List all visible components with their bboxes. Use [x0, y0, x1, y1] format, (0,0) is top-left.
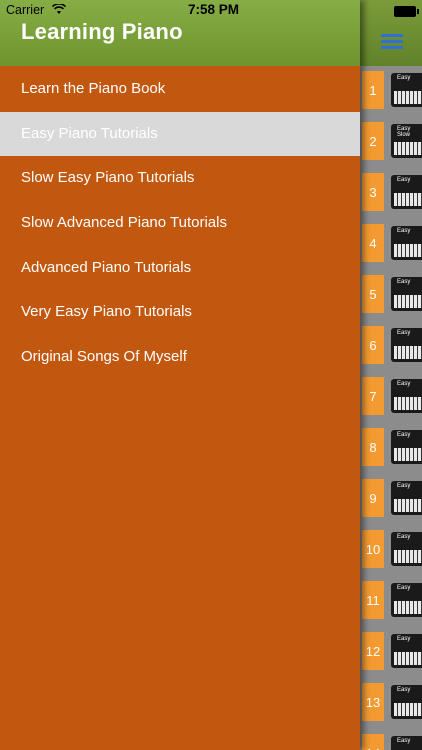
thumbnail-label: Easy: [397, 75, 411, 81]
piano-keys-graphic: [394, 652, 422, 665]
item-number-badge: 4: [362, 224, 384, 262]
video-thumbnail: Easy: [391, 328, 422, 362]
menu-item[interactable]: Learn the Piano Book: [0, 67, 360, 112]
video-thumbnail: Easy: [391, 175, 422, 209]
video-thumbnail: Easy: [391, 685, 422, 719]
tutorial-list-pane: 1 Easy 2 Easy Slow 3 Easy 4 Easy 5 Easy 6 Easy 7 Easy…: [360, 0, 422, 750]
app-title: Learning Piano: [21, 19, 183, 44]
piano-keys-graphic: [394, 346, 422, 359]
menu-item[interactable]: Slow Advanced Piano Tutorials: [0, 201, 360, 246]
wifi-icon: [52, 4, 66, 14]
piano-keys-graphic: [394, 601, 422, 614]
list-item[interactable]: 10 Easy: [360, 528, 422, 575]
piano-keys-graphic: [394, 142, 422, 155]
piano-keys-graphic: [394, 448, 422, 461]
video-thumbnail: Easy: [391, 73, 422, 107]
navigation-drawer: Carrier 7:58 PM Learning Piano Learn the…: [0, 0, 360, 750]
list-item[interactable]: 3 Easy: [360, 171, 422, 218]
video-thumbnail: Easy: [391, 736, 422, 750]
list-item[interactable]: 6 Easy: [360, 324, 422, 371]
video-thumbnail: Easy Slow: [391, 124, 422, 158]
clock-time: 7:58 PM: [188, 2, 240, 17]
piano-keys-graphic: [394, 91, 422, 104]
app-screen: 1 Easy 2 Easy Slow 3 Easy 4 Easy 5 Easy 6 Easy 7 Easy…: [0, 0, 422, 750]
video-thumbnail: Easy: [391, 277, 422, 311]
thumbnail-label: Easy: [397, 279, 411, 285]
thumbnail-label: Easy: [397, 228, 411, 234]
thumbnail-label: Easy: [397, 585, 411, 591]
thumbnail-label: Easy: [397, 432, 411, 438]
thumbnail-label: Easy Slow: [397, 126, 411, 138]
list-item[interactable]: 12 Easy: [360, 630, 422, 677]
thumbnail-label: Easy: [397, 738, 411, 744]
item-number-badge: 13: [362, 683, 384, 721]
list-item[interactable]: 5 Easy: [360, 273, 422, 320]
list-item[interactable]: 1 Easy: [360, 69, 422, 116]
video-thumbnail: Easy: [391, 583, 422, 617]
hamburger-menu-icon[interactable]: [381, 34, 403, 50]
drawer-menu: Learn the Piano Book Easy Piano Tutorials…: [0, 67, 360, 380]
menu-item[interactable]: Advanced Piano Tutorials: [0, 246, 360, 291]
list-item[interactable]: 7 Easy: [360, 375, 422, 422]
item-number-badge: 8: [362, 428, 384, 466]
menu-item[interactable]: Original Songs Of Myself: [0, 335, 360, 380]
thumbnail-label: Easy: [397, 534, 411, 540]
video-thumbnail: Easy: [391, 532, 422, 566]
piano-keys-graphic: [394, 499, 422, 512]
item-number-badge: 9: [362, 479, 384, 517]
status-bar: Carrier 7:58 PM: [0, 0, 360, 20]
list-item[interactable]: 11 Easy: [360, 579, 422, 626]
item-number-badge: 7: [362, 377, 384, 415]
thumbnail-label: Easy: [397, 687, 411, 693]
list-item[interactable]: 14 Easy: [360, 732, 422, 750]
video-thumbnail: Easy: [391, 481, 422, 515]
menu-item[interactable]: Very Easy Piano Tutorials: [0, 290, 360, 335]
list-item[interactable]: 8 Easy: [360, 426, 422, 473]
video-thumbnail: Easy: [391, 634, 422, 668]
video-thumbnail: Easy: [391, 226, 422, 260]
list-header: [360, 0, 422, 66]
piano-keys-graphic: [394, 397, 422, 410]
menu-item[interactable]: Slow Easy Piano Tutorials: [0, 156, 360, 201]
item-number-badge: 14: [362, 734, 384, 750]
carrier-label: Carrier: [6, 3, 45, 17]
thumbnail-label: Easy: [397, 381, 411, 387]
list-item[interactable]: 9 Easy: [360, 477, 422, 524]
video-thumbnail: Easy: [391, 430, 422, 464]
item-number-badge: 6: [362, 326, 384, 364]
piano-keys-graphic: [394, 703, 422, 716]
piano-keys-graphic: [394, 193, 422, 206]
item-number-badge: 2: [362, 122, 384, 160]
item-number-badge: 10: [362, 530, 384, 568]
list-item[interactable]: 2 Easy Slow: [360, 120, 422, 167]
piano-keys-graphic: [394, 550, 422, 563]
piano-keys-graphic: [394, 244, 422, 257]
piano-keys-graphic: [394, 295, 422, 308]
video-thumbnail: Easy: [391, 379, 422, 413]
thumbnail-label: Easy: [397, 177, 411, 183]
item-number-badge: 5: [362, 275, 384, 313]
list-item[interactable]: 4 Easy: [360, 222, 422, 269]
drawer-header: Carrier 7:58 PM Learning Piano: [0, 0, 360, 66]
thumbnail-label: Easy: [397, 483, 411, 489]
item-number-badge: 12: [362, 632, 384, 670]
battery-icon: [394, 6, 419, 17]
list-item[interactable]: 13 Easy: [360, 681, 422, 728]
item-number-badge: 1: [362, 71, 384, 109]
thumbnail-label: Easy: [397, 636, 411, 642]
item-number-badge: 11: [362, 581, 384, 619]
menu-item[interactable]: Easy Piano Tutorials: [0, 111, 360, 157]
item-number-badge: 3: [362, 173, 384, 211]
thumbnail-label: Easy: [397, 330, 411, 336]
